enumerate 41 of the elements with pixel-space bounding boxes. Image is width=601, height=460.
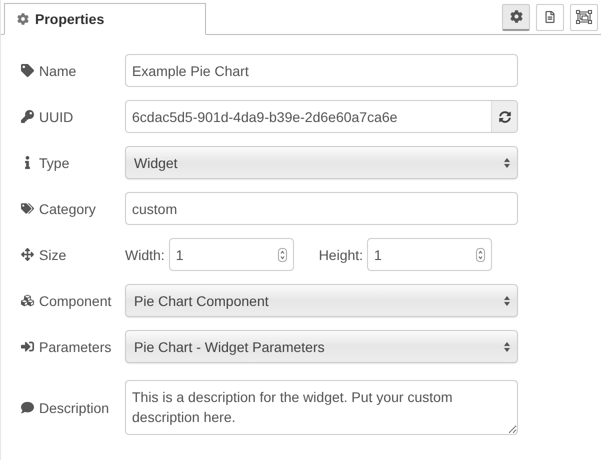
field-label: Size	[39, 246, 66, 262]
tab[interactable]: Properties	[4, 3, 206, 35]
sign-in-icon	[21, 340, 34, 353]
dropdown[interactable]: Pie Chart - Widget Parameters	[125, 330, 518, 363]
field-label: Description	[39, 400, 110, 416]
toolbar-button[interactable]	[502, 4, 530, 30]
settings-icon	[510, 10, 522, 23]
frame-icon	[576, 10, 592, 24]
refresh-icon	[498, 110, 510, 122]
key-icon	[21, 110, 34, 123]
field-label: UUID	[39, 108, 74, 124]
height-field[interactable]: 1	[367, 238, 492, 271]
updown-arrow-icon	[503, 340, 511, 352]
field-label: Type	[39, 154, 70, 170]
move-icon	[21, 248, 34, 261]
cubes-icon	[21, 294, 34, 307]
text-field[interactable]: custom	[125, 192, 518, 225]
height-label: Height:	[318, 246, 364, 262]
refresh-button[interactable]	[491, 101, 517, 132]
uuid-field[interactable]: 6cdac5d5-901d-4da9-b39e-2d6e60a7ca6e	[125, 100, 518, 133]
description-field[interactable]: This is a description for the widget. Put your custom description here.	[125, 380, 518, 435]
updown-arrow-icon	[503, 294, 511, 306]
field-label: Parameters	[39, 338, 112, 354]
width-label: Width:	[125, 246, 165, 262]
tags-icon	[21, 202, 34, 215]
spinner-icon[interactable]	[278, 248, 287, 262]
field-label: Category	[39, 200, 96, 216]
updown-arrow-icon	[503, 156, 511, 168]
dropdown[interactable]: Pie Chart Component	[125, 284, 518, 317]
dropdown[interactable]: Widget	[125, 146, 518, 179]
field-label: Name	[39, 62, 76, 78]
speech-bubble-icon	[21, 401, 34, 414]
field-label: Component	[39, 292, 112, 308]
text-field[interactable]: Example Pie Chart	[125, 54, 518, 87]
toolbar-button[interactable]	[570, 4, 598, 30]
spinner-icon[interactable]	[476, 248, 486, 262]
document-icon	[544, 11, 556, 23]
settings-icon	[17, 13, 29, 25]
width-field[interactable]: 1	[168, 238, 294, 271]
tag-icon	[21, 64, 34, 77]
toolbar-button[interactable]	[536, 4, 564, 30]
